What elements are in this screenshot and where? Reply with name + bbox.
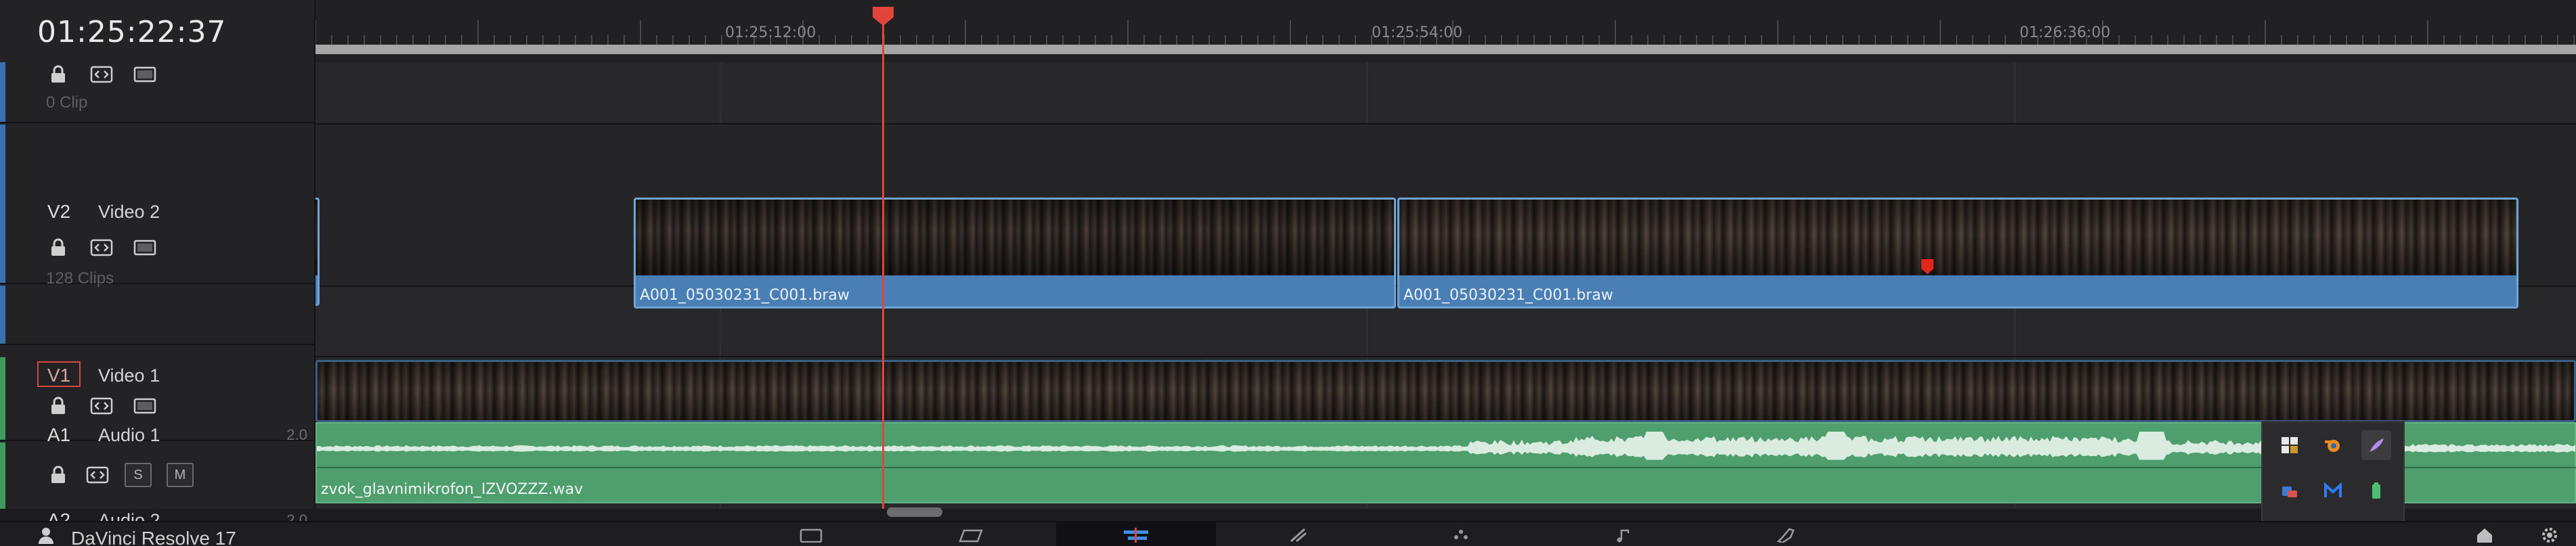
auto-select-icon[interactable] — [89, 237, 114, 258]
track-color-strip — [0, 62, 5, 122]
ruler-label: 01:25:12:00 — [725, 24, 816, 41]
malwarebytes-icon[interactable] — [2318, 476, 2348, 506]
clip-thumbnail — [1399, 200, 2516, 275]
timeline-area[interactable]: A001_05030231_C001.braw A001_05030231_C0… — [315, 62, 2576, 509]
page-button-deliver[interactable] — [1706, 522, 1866, 546]
clip-thumbnail — [315, 200, 318, 275]
track-name[interactable]: Video 2 — [98, 202, 160, 223]
page-button-fusion[interactable] — [1219, 522, 1378, 546]
track-header-column: 0 Clip V2 Video 2 128 Clips V1 Video 1 A… — [0, 62, 315, 546]
track-color-strip — [0, 357, 5, 440]
ruler-label: 01:25:54:00 — [1372, 24, 1463, 41]
track-output-icon[interactable] — [133, 237, 157, 258]
auto-select-icon[interactable] — [89, 64, 114, 85]
clip-count: 0 Clip — [46, 93, 88, 112]
track-header-v1[interactable]: V1 Video 1 — [0, 286, 314, 415]
color-page-icon — [1454, 529, 1468, 539]
page-button-color[interactable] — [1381, 522, 1541, 546]
timeline-ruler[interactable]: 01:25:12:00 01:25:54:00 01:26:36:00 — [315, 0, 2576, 62]
user-icon[interactable] — [37, 526, 55, 546]
lane-v1[interactable] — [315, 287, 2576, 422]
lane-top — [315, 62, 2576, 124]
playhead[interactable] — [882, 9, 884, 509]
battery-icon[interactable] — [2361, 476, 2391, 506]
network-icon[interactable] — [2275, 476, 2305, 506]
cut-page-icon — [959, 529, 983, 542]
gear-icon[interactable] — [2540, 526, 2559, 546]
home-icon[interactable] — [2475, 526, 2494, 546]
track-header-a1[interactable]: A1 Audio 1 2.0 S M — [0, 357, 314, 487]
feather-icon[interactable] — [2361, 430, 2391, 460]
track-header-top: 0 Clip — [0, 62, 314, 123]
page-button-fairlight[interactable] — [1544, 522, 1703, 546]
track-id[interactable]: V2 — [37, 199, 81, 225]
horizontal-scrollbar[interactable] — [887, 507, 942, 517]
track-output-icon[interactable] — [133, 64, 157, 85]
fairlight-page-icon — [1617, 529, 1630, 542]
lock-icon[interactable] — [46, 237, 70, 258]
page-navigation-bar: DaVinci Resolve 17 — [0, 521, 2576, 546]
ruler-label: 01:26:36:00 — [2020, 24, 2111, 41]
windows-security-icon[interactable] — [2275, 430, 2305, 460]
lane-a2[interactable] — [315, 442, 2576, 509]
track-volume[interactable]: 2.0 — [286, 426, 307, 444]
ruler-range-bar — [315, 45, 2576, 54]
lock-icon[interactable] — [46, 64, 70, 85]
blender-icon[interactable] — [2318, 430, 2348, 460]
lane-a1[interactable]: zvok_glavnimikrofon_IZVOZZZ.wav — [315, 357, 2576, 503]
current-timecode[interactable]: 01:25:22:37 — [37, 15, 226, 49]
edit-page-icon — [1124, 527, 1148, 543]
lane-v2[interactable]: A001_05030231_C001.braw A001_05030231_C0… — [315, 124, 2576, 309]
track-header-v2[interactable]: V2 Video 2 128 Clips — [0, 124, 314, 288]
fusion-page-icon — [1290, 528, 1307, 542]
clip-thumbnail — [636, 200, 1394, 275]
app-name: DaVinci Resolve 17 — [71, 528, 236, 546]
page-button-cut[interactable] — [891, 522, 1051, 546]
media-page-icon — [800, 528, 823, 543]
timecode-panel: 01:25:22:37 — [0, 0, 315, 62]
track-color-strip — [0, 442, 5, 509]
track-header-a2[interactable]: A2 Audio 2 2.0 S M — [0, 442, 314, 546]
page-button-media[interactable] — [731, 522, 891, 546]
track-color-strip — [0, 124, 5, 283]
deliver-page-icon — [1776, 528, 1795, 543]
track-color-strip — [0, 286, 5, 344]
page-button-edit[interactable] — [1056, 522, 1216, 546]
